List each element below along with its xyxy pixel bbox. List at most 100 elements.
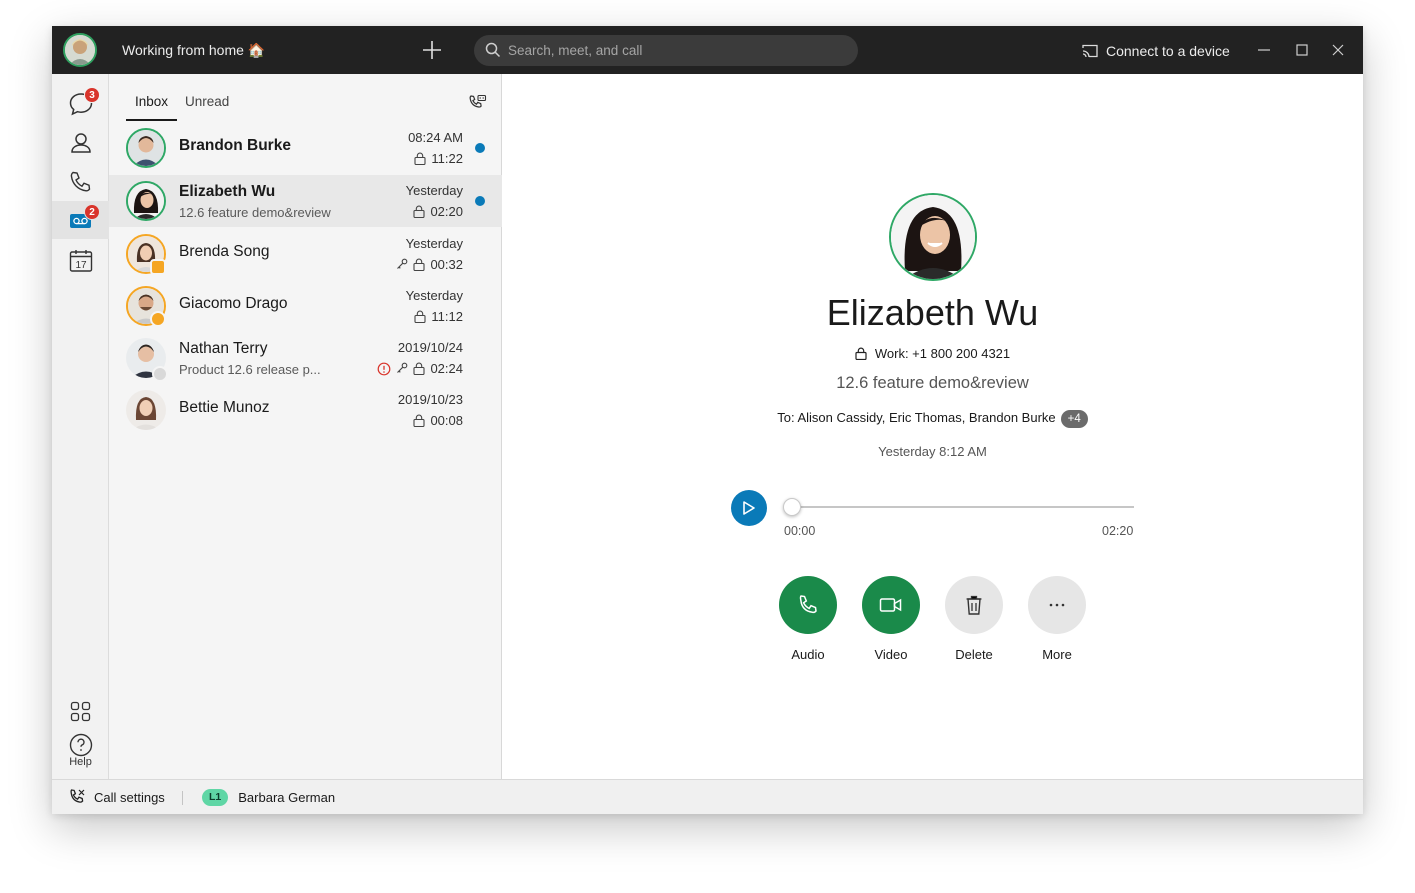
audio-call-button[interactable]: Audio [779, 576, 837, 662]
recipients-list: To: Alison Cassidy, Eric Thomas, Brandon… [777, 410, 1056, 425]
video-call-button[interactable]: Video [862, 576, 920, 662]
avatar [126, 181, 166, 221]
more-recipients-badge[interactable]: +4 [1060, 410, 1088, 428]
voicemail-time: 2019/10/24 [397, 340, 463, 355]
rail-item-calendar[interactable]: 17 [52, 240, 109, 278]
call-settings-label: Call settings [94, 789, 165, 805]
video-camera-icon [879, 598, 902, 612]
lock-icon [413, 362, 426, 375]
more-options-circle [1028, 576, 1086, 634]
voicemail-duration-row: 11:22 [414, 151, 463, 166]
more-options-button[interactable]: More [1028, 576, 1086, 662]
search-bar[interactable] [474, 35, 858, 66]
voicemail-badge: 2 [84, 204, 100, 220]
elapsed-time: 00:00 [784, 524, 816, 538]
playback-scrubber[interactable] [783, 498, 801, 516]
close-icon [1332, 44, 1344, 56]
rail-item-voicemail[interactable]: 2 [52, 201, 109, 239]
voicemail-filter-icon [469, 94, 487, 108]
plus-icon [423, 41, 441, 59]
avatar [126, 128, 166, 168]
lock-icon [414, 152, 426, 165]
minimize-icon [1258, 49, 1270, 51]
caller-name-heading: Elizabeth Wu [826, 292, 1039, 333]
voicemail-duration-row: 00:08 [413, 413, 463, 428]
urgent-icon [378, 362, 391, 375]
voicemail-item[interactable]: Giacomo Drago Yesterday 11:12 [109, 280, 502, 332]
status-message[interactable]: Working from home 🏠 [122, 42, 265, 59]
caller-name: Bettie Munoz [179, 399, 270, 416]
voicemail-time: 2019/10/23 [397, 392, 463, 407]
cast-icon [1082, 44, 1098, 58]
close-button[interactable] [1328, 40, 1348, 60]
rail-item-calling[interactable] [52, 162, 109, 200]
lock-icon [414, 310, 426, 323]
more-dots-icon [1049, 603, 1065, 607]
help-icon [69, 733, 93, 757]
total-time: 02:20 [1102, 524, 1134, 538]
tab-unread[interactable]: Unread [185, 94, 229, 109]
work-phone-line: Work: +1 800 200 4321 [502, 346, 1363, 363]
voicemail-item[interactable]: Brenda Song Yesterday 00:32 [109, 228, 502, 280]
unread-indicator [475, 143, 485, 153]
voicemail-subject: 12.6 feature demo&review [179, 205, 331, 220]
voicemail-item[interactable]: Nathan Terry Product 12.6 release p... 2… [109, 332, 502, 384]
voicemail-duration-row: 11:12 [414, 309, 463, 324]
voicemail-item[interactable]: Bettie Munoz 2019/10/23 00:08 [109, 384, 502, 436]
active-tab-indicator [126, 119, 177, 121]
voicemail-time: 08:24 AM [408, 130, 463, 145]
delete-button[interactable]: Delete [945, 576, 1003, 662]
play-button[interactable] [731, 490, 767, 526]
title-bar: Working from home 🏠 Connect to a device [52, 26, 1363, 74]
unread-messages-badge: 3 [84, 87, 100, 103]
voicemail-detail-panel: Elizabeth Wu Work: +1 800 200 4321 12.6 … [502, 74, 1363, 779]
rail-item-messaging[interactable]: 3 [52, 84, 109, 122]
more-label: More [1042, 647, 1072, 662]
user-avatar[interactable] [63, 33, 97, 67]
voicemail-filter-button[interactable] [467, 93, 487, 113]
avatar [126, 390, 166, 430]
caller-name: Brenda Song [179, 243, 270, 260]
active-line[interactable]: L1 Barbara German [202, 789, 335, 806]
new-item-button[interactable] [420, 38, 444, 62]
voicemail-duration: 02:24 [430, 361, 463, 376]
nav-rail: 3 2 17 Help [52, 74, 109, 779]
lock-icon [855, 347, 867, 361]
away-presence-icon [150, 311, 166, 327]
voicemail-time: Yesterday [405, 236, 463, 251]
key-icon [397, 362, 408, 373]
search-input[interactable] [508, 35, 848, 66]
rail-item-contacts[interactable] [52, 123, 109, 161]
unread-indicator [475, 196, 485, 206]
voicemail-subject-heading: 12.6 feature demo&review [836, 374, 1029, 392]
received-time: Yesterday 8:12 AM [878, 444, 987, 459]
voicemail-duration-row: 00:32 [396, 257, 463, 272]
play-icon [743, 501, 755, 515]
maximize-icon [1296, 44, 1308, 56]
tab-inbox[interactable]: Inbox [135, 94, 168, 109]
work-phone[interactable]: Work: +1 800 200 4321 [875, 346, 1010, 361]
connect-device-label: Connect to a device [1106, 43, 1230, 59]
status-divider [182, 791, 183, 805]
call-settings-icon [70, 789, 85, 803]
status-bar: Call settings L1 Barbara German [52, 779, 1363, 814]
calendar-icon: 17 [69, 250, 93, 272]
playback-track[interactable] [792, 506, 1134, 508]
maximize-button[interactable] [1292, 40, 1312, 60]
key-icon [397, 258, 408, 269]
calendar-date-text: 17 [75, 260, 87, 271]
call-settings-button[interactable]: Call settings [68, 788, 165, 806]
connect-device-button[interactable]: Connect to a device [1082, 41, 1230, 61]
audio-call-circle [779, 576, 837, 634]
phone-icon [70, 171, 91, 192]
voicemail-item[interactable]: Elizabeth Wu 12.6 feature demo&review Ye… [109, 175, 502, 227]
lock-icon [413, 414, 426, 427]
phone-icon [799, 595, 817, 614]
lock-icon [413, 258, 426, 271]
help-label: Help [69, 756, 92, 768]
voicemail-duration: 02:20 [430, 204, 463, 219]
voicemail-item[interactable]: Brandon Burke 08:24 AM 11:22 [109, 122, 502, 174]
caller-name: Nathan Terry [179, 340, 268, 357]
minimize-button[interactable] [1254, 40, 1274, 60]
line-owner-name: Barbara German [238, 790, 336, 805]
